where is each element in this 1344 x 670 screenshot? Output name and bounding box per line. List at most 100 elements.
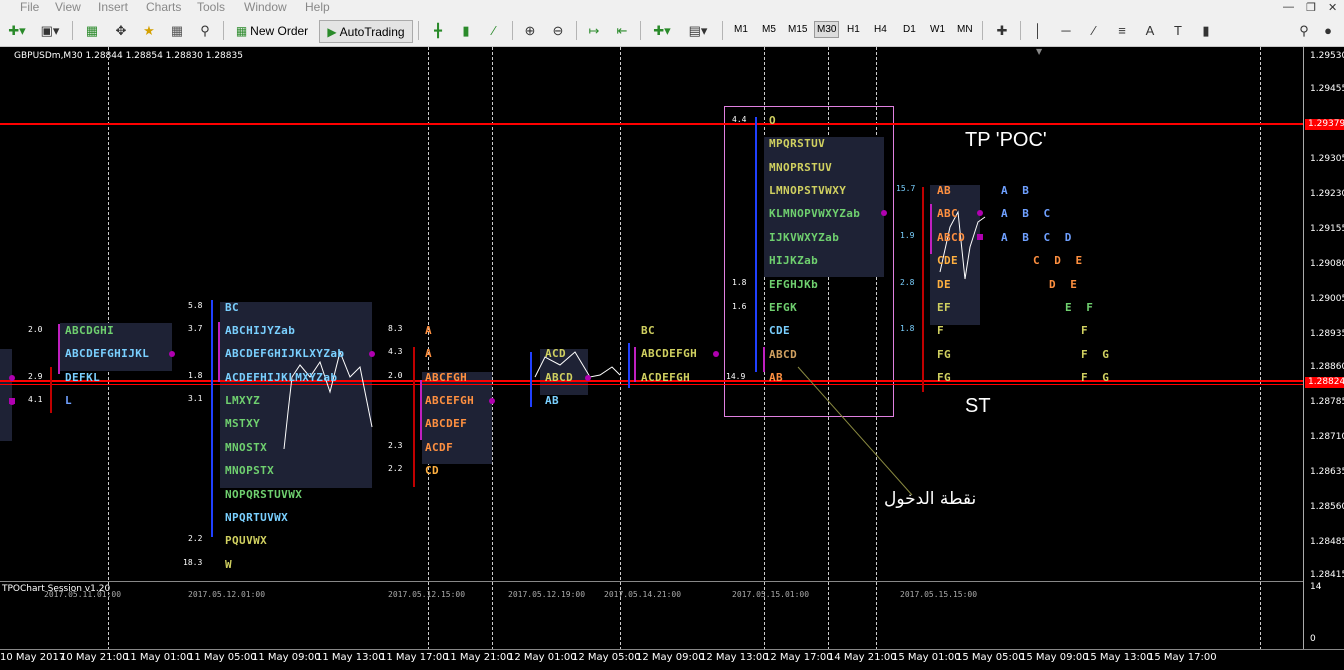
tpo-row: NOPQRSTUVWX	[225, 488, 303, 501]
entry-point-label: نقطة الدخول	[884, 489, 977, 509]
label-icon[interactable]: T	[1168, 20, 1188, 41]
price-label: 1.29155	[1310, 224, 1344, 234]
vertical-line-icon[interactable]: │	[1028, 20, 1048, 41]
price-label: 1.29230	[1310, 189, 1344, 199]
line-chart-icon[interactable]: ∕	[484, 20, 504, 41]
tp-poc-label: TP 'POC'	[965, 129, 1047, 151]
arrows-icon[interactable]: ▮	[1196, 20, 1216, 41]
autotrading-button[interactable]: ▶ AutoTrading	[319, 20, 413, 43]
indicators-icon[interactable]: ✚▾	[648, 20, 676, 41]
terminal-icon[interactable]: ▦	[167, 20, 187, 41]
time-label: 11 May 17:00	[380, 652, 449, 663]
time-axis[interactable]: 10 May 2017 10 May 21:00 11 May 01:00 11…	[0, 649, 1344, 670]
price-label: 1.28860	[1310, 362, 1344, 372]
tester-icon[interactable]: ⚲	[195, 20, 215, 41]
menu-file[interactable]: File	[20, 0, 39, 14]
tpo-number: 3.7	[188, 324, 203, 333]
price-label: 1.29080	[1310, 259, 1344, 269]
session-date: 2017.05.12.15:00	[388, 590, 466, 599]
indicator-subwindow[interactable]: TPOChart Session v1.20 2017.05.11.01:00 …	[0, 581, 1303, 650]
tpo-number: 4.1	[28, 395, 43, 404]
tpo-row: LMNOPSTVWXY	[769, 184, 847, 197]
menu-charts[interactable]: Charts	[146, 0, 181, 14]
tpo-number: 2.0	[388, 371, 403, 380]
time-label: 10 May 21:00	[60, 652, 129, 663]
menu-window[interactable]: Window	[244, 0, 287, 14]
tpo-row: NPQRTUVWX	[225, 511, 289, 524]
price-label: 1.29455	[1310, 84, 1344, 94]
price-label: 1.28560	[1310, 502, 1344, 512]
crosshair-icon[interactable]: ✚	[992, 20, 1012, 41]
user-icon[interactable]: ●	[1320, 20, 1336, 41]
tf-m1[interactable]: M1	[734, 24, 748, 35]
tf-h1[interactable]: H1	[847, 24, 860, 35]
horizontal-line-icon[interactable]: ─	[1056, 20, 1076, 41]
zoom-out-icon[interactable]: ⊖	[548, 20, 568, 41]
tf-d1[interactable]: D1	[903, 24, 916, 35]
tpo-row: C D E	[1033, 254, 1087, 267]
tpo-row: ABCDEFGHIJKLXYZab	[225, 347, 345, 360]
menu-tools[interactable]: Tools	[197, 0, 225, 14]
templates-icon[interactable]: ▤▾	[684, 20, 712, 41]
new-chart-icon[interactable]: ✚▾	[4, 20, 30, 41]
price-label: 1.28935	[1310, 329, 1344, 339]
channel-icon[interactable]: ≡	[1112, 20, 1132, 41]
tpo-row: A B	[1001, 184, 1033, 197]
trendline-icon[interactable]: ∕	[1084, 20, 1104, 41]
tpo-number: 14.9	[726, 372, 746, 381]
chart-shift-icon[interactable]: ⇤	[612, 20, 632, 41]
tpo-row: ABCFGH	[425, 371, 468, 384]
zoom-in-icon[interactable]: ⊕	[520, 20, 540, 41]
time-label: 11 May 13:00	[316, 652, 385, 663]
tpo-row: MNOPRSTUV	[769, 161, 833, 174]
tpo-row: DE	[937, 278, 952, 291]
tpo-row: D E	[1049, 278, 1081, 291]
tf-m5[interactable]: M5	[762, 24, 776, 35]
menu-view[interactable]: View	[55, 0, 81, 14]
tpo-number: 4.4	[732, 115, 747, 124]
tpo-row: CD	[425, 464, 440, 477]
menu-bar: File View Insert Charts Tools Window Hel…	[0, 0, 1344, 15]
time-label: 11 May 05:00	[188, 652, 257, 663]
time-label: 15 May 17:00	[1148, 652, 1217, 663]
tpo-row: F	[937, 324, 945, 337]
autoscroll-icon[interactable]: ↦	[584, 20, 604, 41]
new-order-label: New Order	[250, 23, 309, 38]
minimize-icon[interactable]: —	[1283, 1, 1294, 13]
tpo-row: ACDEFGH	[641, 371, 691, 384]
bar-chart-icon[interactable]: ╋	[428, 20, 448, 41]
price-label: 1.29005	[1310, 294, 1344, 304]
menu-help[interactable]: Help	[305, 0, 330, 14]
tf-m30[interactable]: M30	[814, 21, 840, 38]
navigator-icon[interactable]: ★	[139, 20, 159, 41]
new-order-button[interactable]: ▦ New Order	[230, 20, 314, 41]
price-label: 1.28710	[1310, 432, 1344, 442]
tpo-row: CDE	[769, 324, 791, 337]
tpo-number: 1.8	[188, 371, 203, 380]
tpo-row: ABCD	[545, 371, 574, 384]
tpo-number: 8.3	[388, 324, 403, 333]
price-label: 1.29305	[1310, 154, 1344, 164]
profiles-icon[interactable]: ▣▾	[36, 20, 64, 41]
search-icon[interactable]: ⚲	[1296, 20, 1312, 41]
tf-m15[interactable]: M15	[788, 24, 807, 35]
text-icon[interactable]: A	[1140, 20, 1160, 41]
autotrading-label: AutoTrading	[339, 24, 405, 39]
close-icon[interactable]: ✕	[1328, 1, 1337, 14]
scroll-marker-icon: ▼	[1036, 47, 1043, 56]
price-chart[interactable]: GBPUSDm,M30 1.28844 1.28854 1.28830 1.28…	[0, 47, 1303, 580]
tpo-row: ABCD	[937, 231, 966, 244]
price-label: 1.28635	[1310, 467, 1344, 477]
tf-h4[interactable]: H4	[874, 24, 887, 35]
tpo-row: LMXYZ	[225, 394, 261, 407]
tpo-row: IJKVWXYZab	[769, 231, 840, 244]
candlestick-icon[interactable]: ▮	[456, 20, 476, 41]
tf-w1[interactable]: W1	[930, 24, 945, 35]
tpo-row: CDE	[937, 254, 959, 267]
menu-insert[interactable]: Insert	[98, 0, 128, 14]
data-window-icon[interactable]: ✥	[111, 20, 131, 41]
tf-mn[interactable]: MN	[957, 24, 973, 35]
market-watch-icon[interactable]: ▦	[82, 20, 102, 41]
restore-icon[interactable]: ❐	[1306, 1, 1316, 14]
price-axis[interactable]: 1.29530 1.29455 1.29379 1.29305 1.29230 …	[1303, 47, 1344, 649]
